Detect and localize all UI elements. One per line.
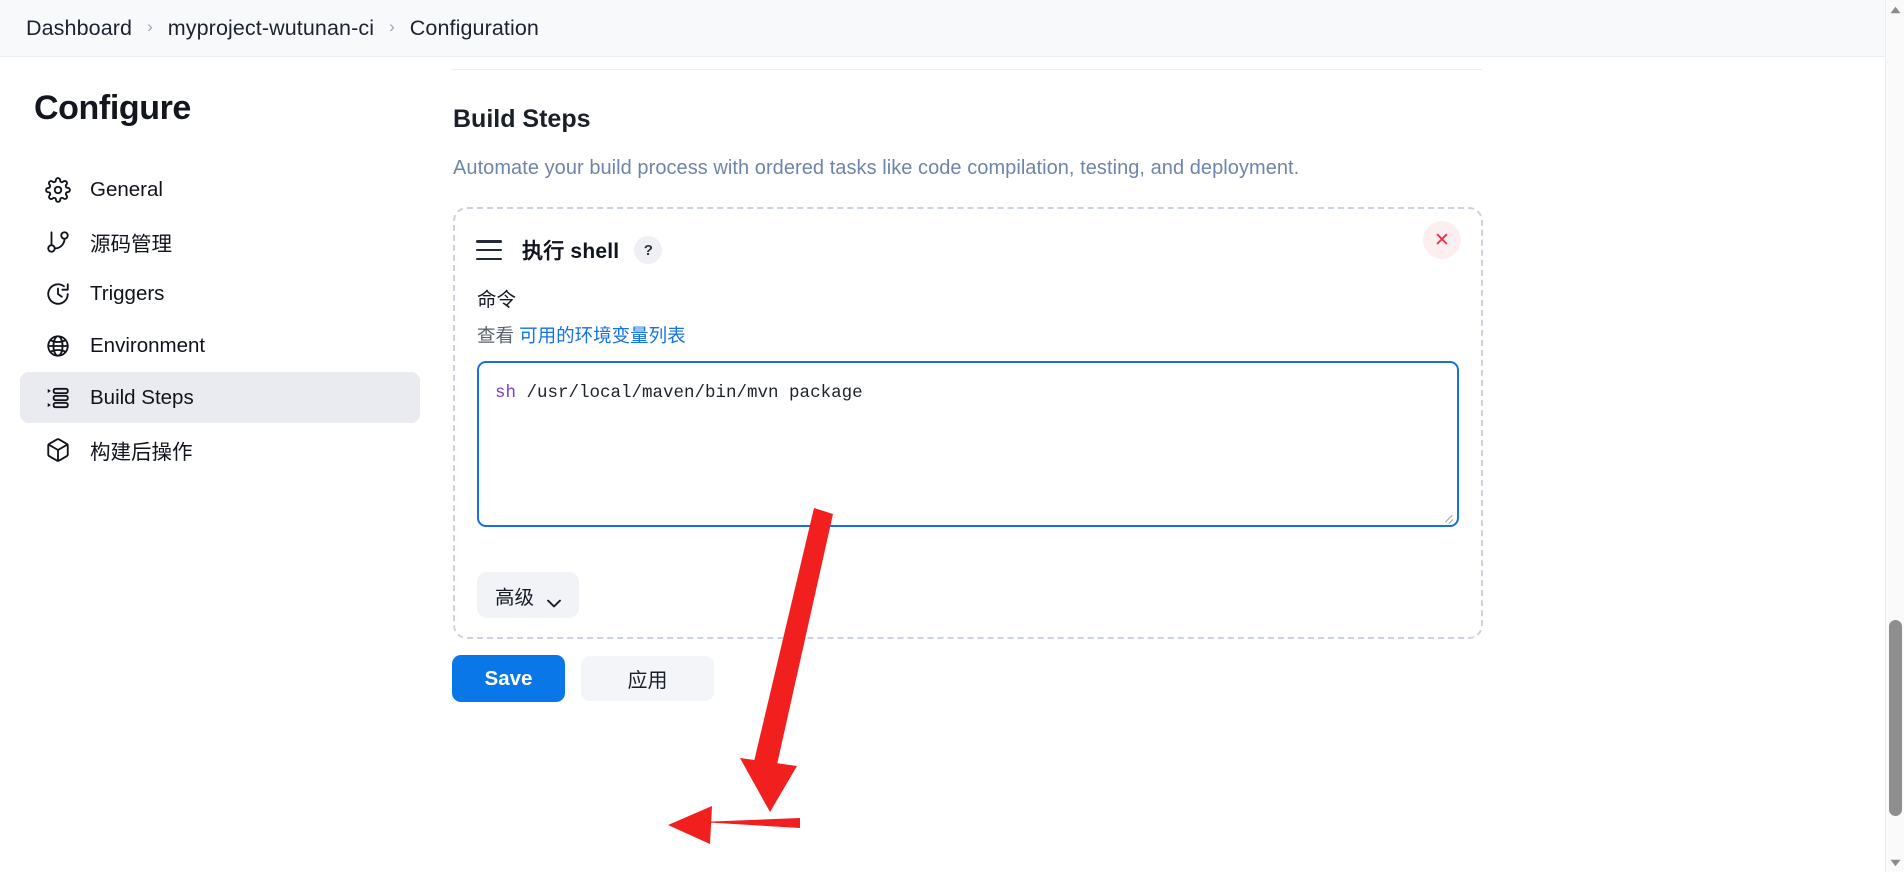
form-actions: Save 应用 — [452, 655, 714, 702]
command-field-label: 命令 — [477, 289, 517, 311]
env-hint-prefix: 查看 — [477, 325, 515, 346]
resize-handle-icon[interactable] — [1442, 510, 1454, 522]
sidebar-item-label: 源码管理 — [90, 232, 172, 256]
sidebar: Configure General 源码管理 Triggers Environm… — [0, 57, 440, 872]
scroll-down-arrow-icon[interactable] — [1886, 853, 1904, 872]
breadcrumb-item-configuration[interactable]: Configuration — [410, 16, 539, 41]
section-description: Automate your build process with ordered… — [453, 157, 1300, 179]
list-steps-icon — [44, 384, 72, 412]
breadcrumb-separator-icon: › — [147, 17, 153, 36]
save-button[interactable]: Save — [452, 655, 565, 702]
build-step-header: 执行 shell ? ✕ — [455, 209, 1481, 271]
env-variables-link[interactable]: 可用的环境变量列表 — [519, 325, 686, 346]
sidebar-item-triggers[interactable]: Triggers — [20, 268, 420, 319]
sidebar-item-build-steps[interactable]: Build Steps — [20, 372, 420, 423]
sidebar-item-label: 构建后操作 — [90, 440, 193, 464]
command-rest: /usr/local/maven/bin/mvn package — [516, 383, 863, 403]
breadcrumb-item-dashboard[interactable]: Dashboard — [26, 16, 132, 41]
git-branch-icon — [44, 228, 72, 256]
advanced-label: 高级 — [495, 586, 535, 609]
section-title: Build Steps — [453, 105, 591, 133]
breadcrumb: Dashboard › myproject-wutunan-ci › Confi… — [0, 0, 1885, 57]
package-icon — [44, 436, 72, 464]
breadcrumb-item-project[interactable]: myproject-wutunan-ci — [168, 16, 374, 41]
sidebar-item-label: Triggers — [90, 281, 165, 305]
advanced-toggle-button[interactable]: 高级 — [477, 572, 580, 618]
configuration-page: Dashboard › myproject-wutunan-ci › Confi… — [0, 0, 1904, 872]
page-title: Configure — [34, 89, 191, 127]
gear-icon — [44, 176, 72, 204]
sidebar-item-label: General — [90, 177, 163, 201]
sidebar-nav: General 源码管理 Triggers Environment Build … — [0, 164, 440, 475]
drag-handle-icon[interactable] — [476, 240, 502, 260]
vertical-scrollbar[interactable] — [1885, 0, 1904, 872]
sidebar-item-post-build-actions[interactable]: 构建后操作 — [20, 424, 420, 475]
clock-icon — [44, 280, 72, 308]
command-text: sh /usr/local/maven/bin/mvn package — [479, 363, 1457, 406]
build-step-title: 执行 shell — [522, 240, 620, 263]
apply-button[interactable]: 应用 — [581, 656, 714, 701]
chevron-down-icon — [547, 591, 561, 607]
scrollbar-thumb[interactable] — [1889, 620, 1902, 816]
main-content: Build Steps Automate your build process … — [440, 57, 1885, 872]
remove-step-button[interactable]: ✕ — [1423, 221, 1461, 259]
breadcrumb-separator-icon: › — [389, 17, 395, 36]
command-keyword: sh — [495, 383, 517, 403]
sidebar-item-label: Environment — [90, 333, 206, 357]
scroll-up-arrow-icon[interactable] — [1886, 0, 1904, 19]
content-divider — [452, 69, 1482, 70]
sidebar-item-environment[interactable]: Environment — [20, 320, 420, 371]
build-step-card: 执行 shell ? ✕ 命令 查看 可用的环境变量列表 sh /usr/loc… — [453, 207, 1483, 639]
command-textarea[interactable]: sh /usr/local/maven/bin/mvn package — [477, 361, 1459, 527]
sidebar-item-general[interactable]: General — [20, 164, 420, 215]
sidebar-item-label: Build Steps — [90, 385, 194, 409]
help-icon[interactable]: ? — [634, 236, 663, 264]
env-variables-hint: 查看 可用的环境变量列表 — [455, 322, 1481, 348]
sidebar-item-source-control[interactable]: 源码管理 — [20, 216, 420, 267]
globe-icon — [44, 332, 72, 360]
